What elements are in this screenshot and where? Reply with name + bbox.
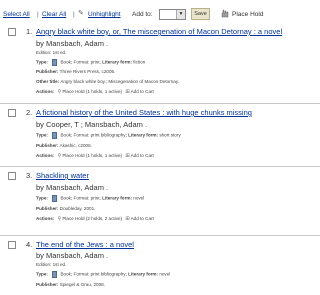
place-hold-icon: [221, 9, 229, 18]
toolbar-separator: |: [73, 11, 75, 18]
result-number: 3.: [26, 171, 33, 180]
result-divider: [0, 103, 320, 104]
type-label: Type:: [36, 271, 48, 277]
type-label: Type:: [36, 132, 48, 138]
toolbar-separator: |: [37, 11, 39, 18]
result-number: 4.: [26, 240, 33, 249]
save-button[interactable]: Save: [191, 8, 210, 20]
cart-icon: ⊞: [125, 216, 130, 222]
result-author: by Mansbach, Adam .: [36, 39, 109, 48]
hold-count: (1 holds, 1 active): [85, 89, 123, 94]
result-other-title: Other title: Angry black white boy.; Mis…: [36, 79, 179, 84]
book-icon: [52, 271, 58, 278]
result-actions: Actions: ⚲Place Hold (2 holds, 2 active)…: [36, 216, 154, 222]
publisher-label: Publisher:: [36, 143, 59, 148]
result-title-link[interactable]: A fictional history of the United States…: [36, 108, 252, 117]
publisher-value: Spiegel & Grau, 2008.: [59, 282, 105, 287]
literary-form-label: Literary form:: [102, 59, 132, 65]
actions-label: Actions:: [36, 89, 55, 94]
result-author: by Cooper, T ; Mansbach, Adam .: [36, 120, 148, 129]
place-hold-icon: ⚲: [57, 153, 62, 159]
add-to-cart-link[interactable]: Add to Cart: [131, 153, 154, 158]
literary-form-value: short story: [159, 132, 181, 138]
literary-form-label: Literary form:: [128, 132, 159, 138]
literary-form-label: Literary form:: [128, 271, 159, 277]
type-label: Type:: [36, 195, 48, 201]
result-author: by Mansbach, Adam .: [36, 251, 109, 260]
result-title-link[interactable]: The end of the Jews : a novel: [36, 240, 134, 249]
result-number: 1.: [26, 27, 33, 36]
literary-form-label: Literary form:: [102, 195, 132, 201]
type-label: Type:: [36, 59, 48, 65]
publisher-value: Three Rivers Press, c2005.: [59, 69, 116, 74]
publisher-label: Publisher:: [36, 206, 59, 211]
result-actions: Actions: ⚲Place Hold (1 holds, 1 active)…: [36, 153, 154, 159]
publisher-label: Publisher:: [36, 282, 59, 287]
literary-form-value: novel: [159, 271, 171, 277]
other-title-value: Angry black white boy.; Miscegenation of…: [60, 79, 180, 84]
result-edition: Edition: 1st ed.: [36, 262, 67, 267]
add-to-cart-link[interactable]: Add to Cart: [131, 89, 154, 94]
result-publisher: Publisher: Doubleday, 2001.: [36, 206, 95, 211]
result-divider: [0, 166, 320, 167]
unhighlight-link[interactable]: Unhighlight: [88, 11, 121, 18]
actions-label: Actions:: [36, 153, 55, 158]
literary-form-value: novel: [133, 195, 145, 201]
result-publisher: Publisher: Akashic, c2006.: [36, 143, 92, 148]
place-hold-icon: ⚲: [57, 216, 62, 222]
book-icon: [52, 195, 58, 202]
result-checkbox[interactable]: [8, 109, 16, 117]
result-title-link[interactable]: Shackling water: [36, 171, 89, 180]
publisher-value: Doubleday, 2001.: [59, 206, 96, 211]
type-value: Book; Format: print bibliography: [60, 271, 126, 277]
hold-count: (2 holds, 2 active): [85, 216, 123, 221]
hold-count: (1 holds, 1 active): [85, 153, 123, 158]
result-type-line: Type: Book; Format: print; Literary form…: [36, 195, 145, 202]
highlighter-icon: ✎: [78, 10, 84, 17]
literary-form-value: fiction: [133, 59, 146, 65]
cart-icon: ⊞: [125, 89, 130, 95]
cart-icon: ⊞: [125, 153, 130, 159]
type-value: Book; Format: print: [60, 59, 100, 65]
result-author: by Mansbach, Adam .: [36, 183, 109, 192]
place-hold-icon: ⚲: [57, 89, 62, 95]
add-to-label: Add to:: [132, 11, 153, 18]
result-title-link[interactable]: Angry black white boy, or, The miscegena…: [36, 27, 282, 36]
result-publisher: Publisher: Three Rivers Press, c2005.: [36, 69, 115, 74]
book-icon: [52, 59, 58, 66]
publisher-label: Publisher:: [36, 69, 59, 74]
place-hold-button[interactable]: Place Hold: [232, 11, 263, 18]
result-type-line: Type: Book; Format: print; Literary form…: [36, 59, 146, 66]
result-actions: Actions: ⚲Place Hold (1 holds, 1 active)…: [36, 89, 154, 95]
result-checkbox[interactable]: [8, 28, 16, 36]
result-publisher: Publisher: Spiegel & Grau, 2008.: [36, 282, 105, 287]
chevron-down-icon: ▼: [176, 10, 185, 19]
book-icon: [52, 132, 58, 139]
type-value: Book; Format: print bibliography: [60, 132, 126, 138]
type-value: Book; Format: print: [60, 195, 100, 201]
place-hold-link[interactable]: Place Hold: [62, 153, 84, 158]
add-to-select[interactable]: ▼: [159, 9, 186, 20]
actions-label: Actions:: [36, 216, 55, 221]
place-hold-link[interactable]: Place Hold: [62, 89, 84, 94]
result-divider: [0, 235, 320, 236]
results-toolbar: Select All | Clear All | ✎ Unhighlight A…: [0, 0, 320, 24]
result-type-line: Type: Book; Format: print bibliography; …: [36, 271, 171, 278]
result-type-line: Type: Book; Format: print bibliography; …: [36, 132, 181, 139]
clear-all-link[interactable]: Clear All: [42, 11, 66, 18]
publisher-value: Akashic, c2006.: [59, 143, 92, 148]
result-number: 2.: [26, 108, 33, 117]
result-edition: Edition: 1st ed.: [36, 50, 67, 55]
result-checkbox[interactable]: [8, 241, 16, 249]
select-all-link[interactable]: Select All: [3, 11, 30, 18]
add-to-cart-link[interactable]: Add to Cart: [131, 216, 154, 221]
result-checkbox[interactable]: [8, 172, 16, 180]
other-title-label: Other title:: [36, 79, 60, 84]
place-hold-link[interactable]: Place Hold: [62, 216, 84, 221]
